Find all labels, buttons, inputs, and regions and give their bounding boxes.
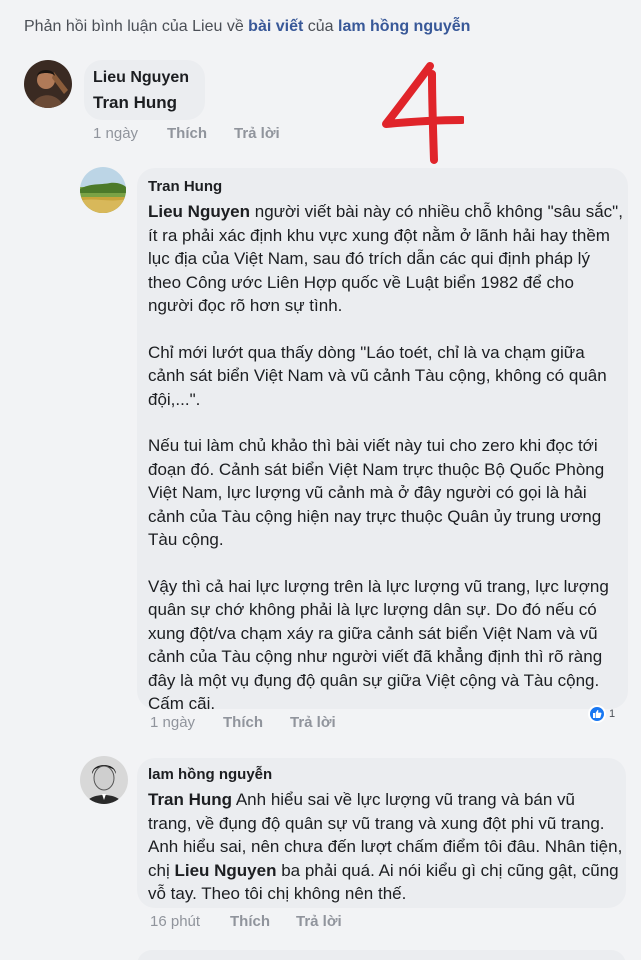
next-comment-bubble-edge <box>137 950 626 960</box>
author-link[interactable]: lam hồng nguyễn <box>338 18 470 35</box>
reaction-number: 1 <box>609 708 616 720</box>
like-link[interactable]: Thích <box>167 125 234 142</box>
reply-author-name[interactable]: Tran Hung <box>148 178 222 195</box>
header-middle: của <box>303 18 338 35</box>
reply-actions-1: 1 ngày Thích Trả lời <box>150 714 336 731</box>
like-link[interactable]: Thích <box>230 913 296 930</box>
reply-time[interactable]: 16 phút <box>150 913 230 930</box>
comment-time[interactable]: 1 ngày <box>93 125 167 142</box>
reply-paragraph-1: Lieu Nguyen người viết bài này có nhiều … <box>148 200 623 318</box>
reply-link[interactable]: Trả lời <box>234 125 280 142</box>
lam-hong-nguyen-avatar[interactable] <box>80 756 128 804</box>
lieu-nguyen-avatar[interactable] <box>24 60 72 108</box>
mention-tag[interactable]: Lieu Nguyen <box>148 202 250 221</box>
reply-time[interactable]: 1 ngày <box>150 714 223 731</box>
mention-tag-2[interactable]: Lieu Nguyen <box>174 861 276 880</box>
reply-link[interactable]: Trả lời <box>296 913 342 930</box>
header-prefix: Phản hồi bình luận của Lieu về <box>24 18 249 35</box>
red-number-annotation <box>382 62 464 164</box>
reply-actions-2: 16 phút Thích Trả lời <box>150 913 342 930</box>
reply-bubble-tran-hung: Tran Hung Lieu Nguyen người viết bài này… <box>137 168 628 713</box>
comment-actions-1: 1 ngày Thích Trả lời <box>93 125 280 142</box>
reply-bubble-lam-hong-nguyen: lam hồng nguyễn Tran Hung Anh hiểu sai v… <box>137 758 626 908</box>
reply-paragraph-3: Nếu tui làm chủ khảo thì bài viết này tu… <box>148 436 605 549</box>
thumbs-up-icon <box>588 705 606 723</box>
comment-bubble-lieu: Lieu Nguyen Tran Hung <box>84 60 205 120</box>
landscape-photo-icon <box>80 167 126 213</box>
reply-body: Lieu Nguyen người viết bài này có nhiều … <box>148 200 623 716</box>
comment-author-name[interactable]: Lieu Nguyen <box>93 69 189 87</box>
reply-paragraph-4: Vậy thì cả hai lực lượng trên là lực lượ… <box>148 576 609 714</box>
comment-text: Tran Hung <box>93 93 178 112</box>
post-link[interactable]: bài viết <box>248 18 303 35</box>
reaction-count[interactable]: 1 <box>588 705 615 723</box>
mention-tag[interactable]: Tran Hung <box>148 790 232 809</box>
reply-paragraph-2: Chỉ mới lướt qua thấy dòng "Láo toét, ch… <box>148 342 607 409</box>
tran-hung-avatar[interactable] <box>80 167 126 213</box>
reply-link[interactable]: Trả lời <box>290 714 336 731</box>
person-photo-icon <box>24 60 72 108</box>
reply-author-name[interactable]: lam hồng nguyễn <box>148 766 272 783</box>
reply-body: Tran Hung Anh hiểu sai về lực lượng vũ t… <box>148 788 623 906</box>
like-link[interactable]: Thích <box>223 714 290 731</box>
reply-header: Phản hồi bình luận của Lieu về bài viết … <box>24 18 470 36</box>
person-photo-icon <box>80 756 128 804</box>
